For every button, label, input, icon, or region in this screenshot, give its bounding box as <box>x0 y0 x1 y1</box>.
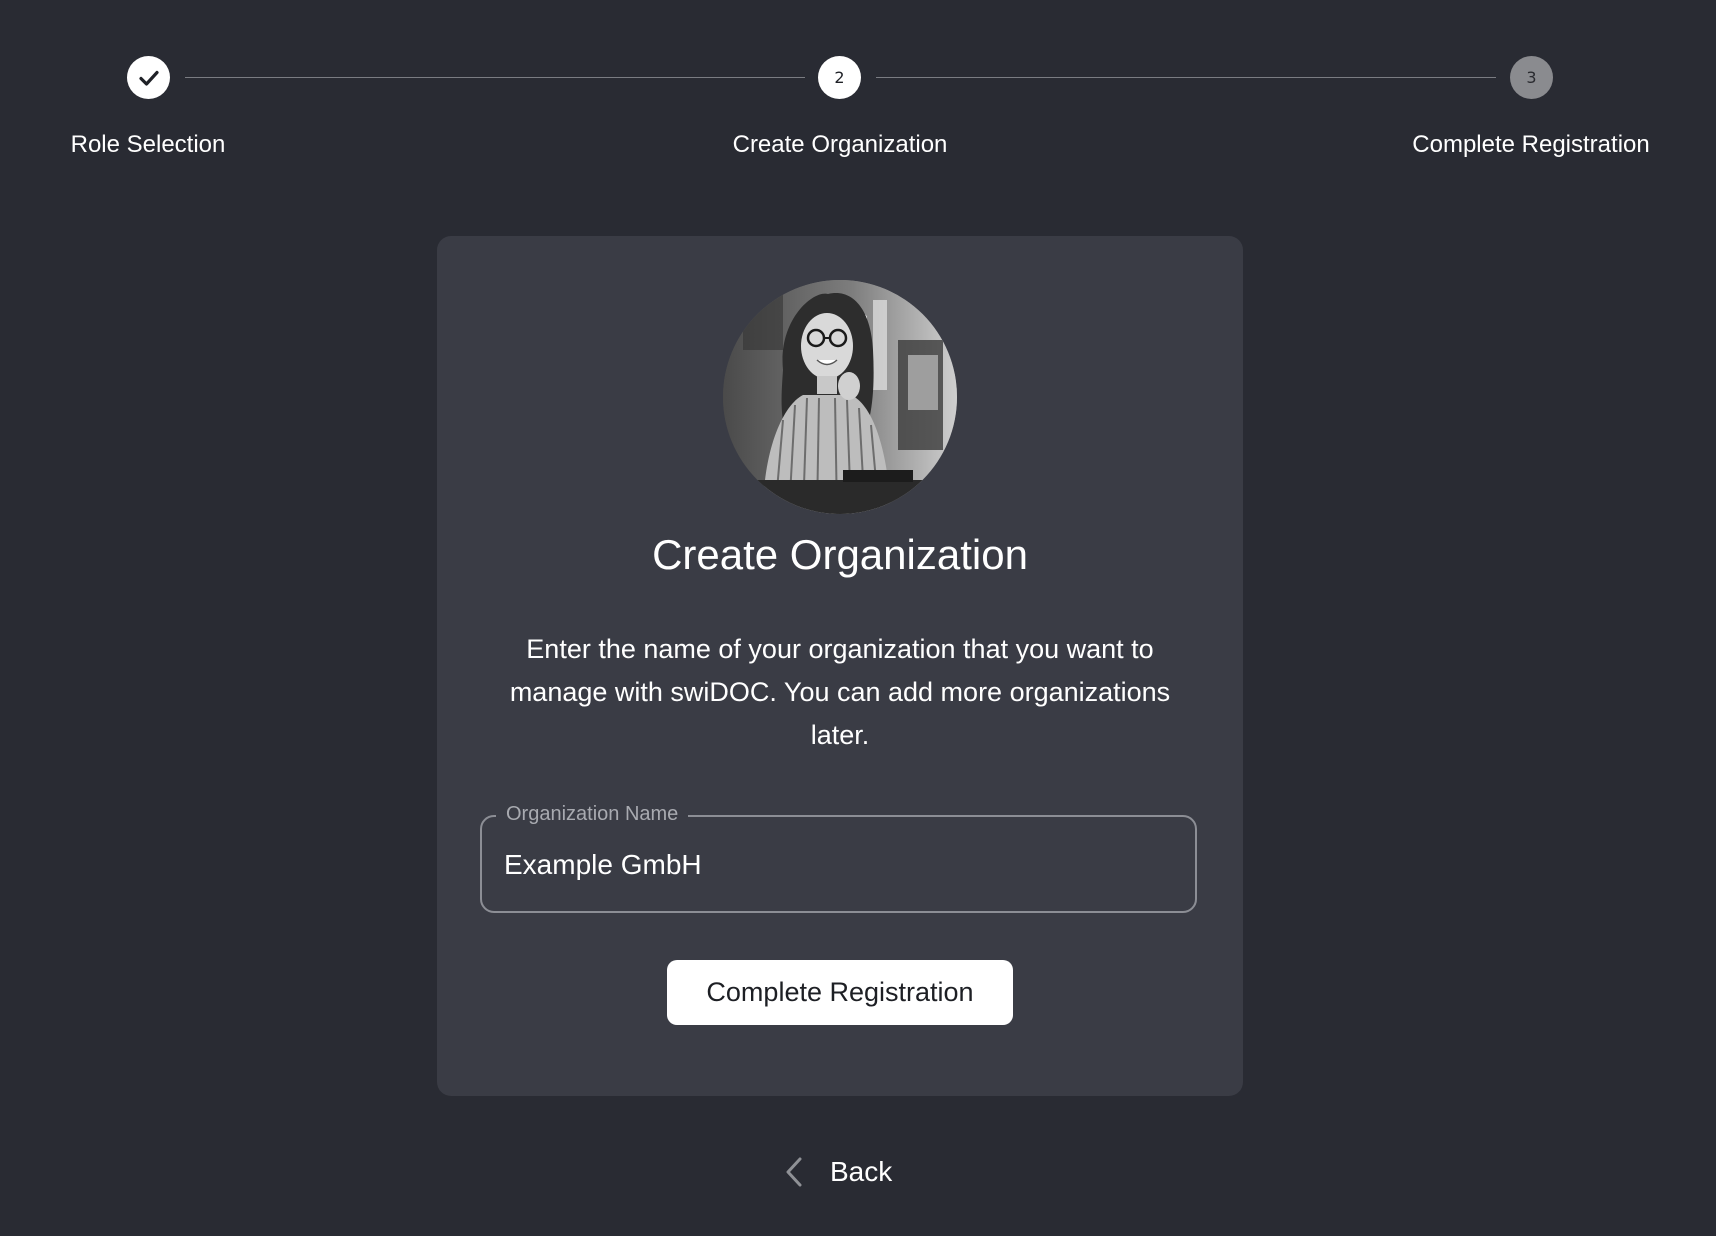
stepper-connector <box>185 77 805 78</box>
avatar <box>723 280 957 514</box>
step-number: 3 <box>1526 68 1537 87</box>
complete-registration-button[interactable]: Complete Registration <box>667 960 1013 1025</box>
chevron-left-icon <box>782 1155 806 1189</box>
step-label-role-selection: Role Selection <box>70 131 226 158</box>
step-2-indicator: 2 <box>818 56 861 99</box>
step-3-indicator: 3 <box>1510 56 1553 99</box>
step-label-complete-registration: Complete Registration <box>1412 131 1650 158</box>
avatar-photo <box>723 280 957 514</box>
organization-name-input[interactable] <box>504 845 1164 885</box>
back-label: Back <box>830 1156 893 1187</box>
check-icon <box>138 70 159 86</box>
card-title: Create Organization <box>652 531 1028 578</box>
step-label-create-organization: Create Organization <box>732 131 948 158</box>
registration-stepper: 2 3 Role Selection Create Organization C… <box>0 0 1716 180</box>
create-organization-card: Create Organization Enter the name of yo… <box>437 236 1243 1096</box>
step-number: 2 <box>834 68 845 87</box>
organization-name-label: Organization Name <box>496 803 689 826</box>
stepper-connector <box>876 77 1496 78</box>
step-1-complete-indicator <box>127 56 170 99</box>
card-description: Enter the name of your organization that… <box>509 634 1171 750</box>
organization-name-field[interactable]: Organization Name <box>480 803 1197 913</box>
back-link[interactable]: Back <box>782 1152 892 1192</box>
